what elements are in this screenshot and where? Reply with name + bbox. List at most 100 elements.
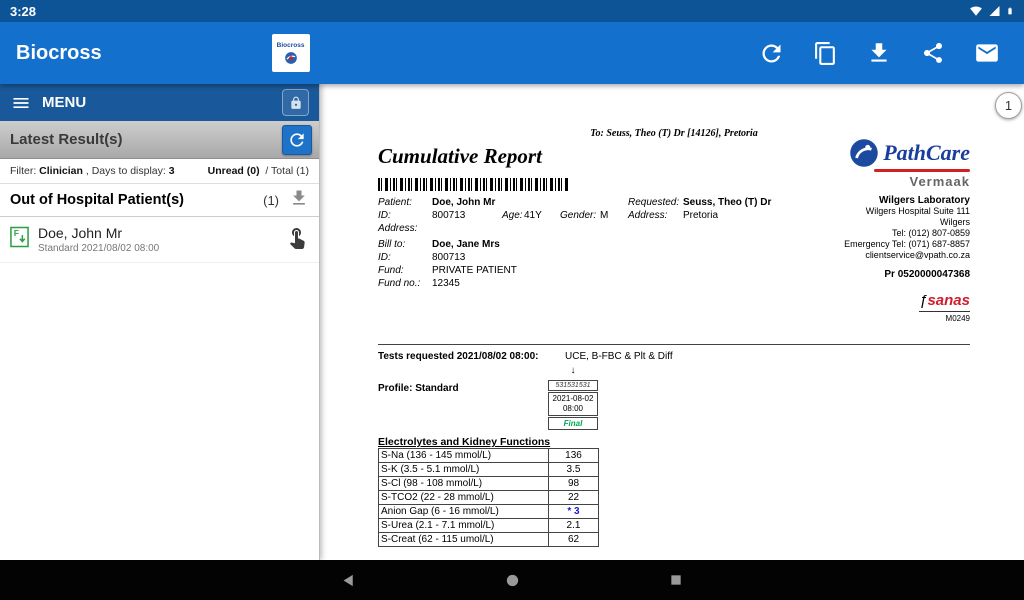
email-button[interactable] xyxy=(972,38,1002,68)
sidebar: MENU Latest Result(s) Filter: Clinician … xyxy=(0,84,320,560)
bill-id-value: 800713 xyxy=(432,252,465,263)
table-row: S-Na (136 - 145 mmol/L) 136 xyxy=(378,448,599,463)
touch-hand-icon xyxy=(285,225,309,254)
test-value-cell: 22 xyxy=(548,490,599,505)
lab-info-block: PathCare Vermaak Wilgers Laboratory Wilg… xyxy=(785,138,970,326)
results-table: S-Na (136 - 145 mmol/L) 136 S-K (3.5 - 5… xyxy=(378,448,599,547)
menu-bar: MENU xyxy=(0,84,319,121)
signal-icon xyxy=(988,5,1001,17)
filter-clinician: Clinician xyxy=(39,165,83,177)
latest-results-header: Latest Result(s) xyxy=(10,131,282,148)
sanas-code: M0249 xyxy=(919,314,970,323)
status-bar: 3:28 xyxy=(0,0,1024,22)
test-name-cell: S-Creat (62 - 115 umol/L) xyxy=(378,532,549,547)
main-area: MENU Latest Result(s) Filter: Clinician … xyxy=(0,84,1024,560)
test-value-cell: 136 xyxy=(548,448,599,463)
gender-label: Gender: xyxy=(560,210,596,221)
menu-label[interactable]: MENU xyxy=(42,94,86,111)
report-title: Cumulative Report xyxy=(378,144,542,169)
pathcare-emblem-icon xyxy=(849,138,879,168)
fund-no-value: 12345 xyxy=(432,278,460,289)
sample-status: Final xyxy=(548,417,598,430)
test-name-cell: S-Cl (98 - 108 mmol/L) xyxy=(378,476,549,491)
test-name-cell: S-Urea (2.1 - 7.1 mmol/L) xyxy=(378,518,549,533)
recents-button[interactable] xyxy=(659,563,693,597)
sanas-text: sanas xyxy=(927,292,970,309)
share-button[interactable] xyxy=(918,38,948,68)
home-button[interactable] xyxy=(495,563,529,597)
table-row: S-K (3.5 - 5.1 mmol/L) 3.5 xyxy=(378,462,599,477)
requested-value: Seuss, Theo (T) Dr xyxy=(683,197,771,208)
result-file-icon: F xyxy=(10,226,29,253)
lab-emergency-tel: Emergency Tel: (071) 687-8857 xyxy=(785,239,970,250)
report-divider xyxy=(378,344,970,345)
pathcare-swoosh xyxy=(874,169,970,172)
app-bar: Biocross Biocross xyxy=(0,22,1024,84)
section-count: (1) xyxy=(263,193,279,208)
pathcare-logo: PathCare xyxy=(785,138,970,168)
battery-icon xyxy=(1006,4,1014,18)
age-label: Age: xyxy=(502,210,523,221)
sample-column-header: 531531531 2021-08-02 08:00 Final xyxy=(548,380,598,430)
screen: 3:28 Biocross Biocross MENU xyxy=(0,0,1024,600)
lab-email: clientservice@vpath.co.za xyxy=(785,250,970,261)
down-arrow: ↓ xyxy=(548,365,598,376)
fund-value: PRIVATE PATIENT xyxy=(432,265,517,276)
lock-button[interactable] xyxy=(282,89,309,116)
patient-detail: Standard 2021/08/02 08:00 xyxy=(38,243,276,254)
filter-days: 3 xyxy=(169,165,175,177)
app-title: Biocross xyxy=(16,42,102,65)
profile-label: Profile: Standard xyxy=(378,383,459,394)
patient-name: Doe, John Mr xyxy=(38,225,276,241)
filter-summary: Filter: Clinician , Days to display: 3 xyxy=(10,165,208,177)
table-row: S-TCO2 (22 - 28 mmol/L) 22 xyxy=(378,490,599,505)
tests-requested-value: UCE, B-FBC & Plt & Diff xyxy=(565,351,673,362)
page-number-badge: 1 xyxy=(995,92,1022,119)
test-value-cell: 3.5 xyxy=(548,462,599,477)
lab-name: Wilgers Laboratory xyxy=(785,195,970,206)
copy-button[interactable] xyxy=(810,38,840,68)
section-download-icon[interactable] xyxy=(289,188,309,213)
back-button[interactable] xyxy=(331,563,365,597)
patient-info-block: Patient: Doe, John Mr Requested: Seuss, … xyxy=(378,197,838,292)
status-time: 3:28 xyxy=(10,4,36,19)
latest-results-bar: Latest Result(s) xyxy=(0,121,319,159)
unread-total-counts: Unread (0) / Total (1) xyxy=(208,165,309,177)
fund-no-label: Fund no.: xyxy=(378,278,420,289)
requested-address-label: Address: xyxy=(628,210,667,221)
refresh-results-button[interactable] xyxy=(282,125,312,155)
android-nav-bar xyxy=(0,560,1024,600)
patient-list-item[interactable]: F Doe, John Mr Standard 2021/08/02 08:00 xyxy=(0,217,319,263)
lab-tel: Tel: (012) 807-0859 xyxy=(785,228,970,239)
table-row: S-Urea (2.1 - 7.1 mmol/L) 2.1 xyxy=(378,518,599,533)
test-value-cell: 2.1 xyxy=(548,518,599,533)
lab-address2: Wilgers xyxy=(785,217,970,228)
id-label: ID: xyxy=(378,210,391,221)
document-page: To: Seuss, Theo (T) Dr [14126], Pretoria… xyxy=(378,84,970,560)
patient-id-value: 800713 xyxy=(432,210,465,221)
download-button[interactable] xyxy=(864,38,894,68)
filter-row: Filter: Clinician , Days to display: 3 U… xyxy=(0,159,319,184)
table-row: Anion Gap (6 - 16 mmol/L) * 3 xyxy=(378,504,599,519)
sample-date: 2021-08-02 xyxy=(549,394,597,404)
menu-button[interactable] xyxy=(10,92,32,114)
out-of-hospital-section[interactable]: Out of Hospital Patient(s) (1) xyxy=(0,184,319,217)
test-value-cell: 98 xyxy=(548,476,599,491)
gender-value: M xyxy=(600,210,608,221)
lab-pr-number: Pr 0520000047368 xyxy=(785,269,970,280)
wifi-icon xyxy=(969,5,983,17)
fund-label: Fund: xyxy=(378,265,404,276)
bill-to-value: Doe, Jane Mrs xyxy=(432,239,500,250)
lock-icon xyxy=(289,96,303,110)
biocross-logo-emblem-icon xyxy=(284,51,298,65)
refresh-button[interactable] xyxy=(756,38,786,68)
age-value: 41Y xyxy=(524,210,542,221)
test-name-cell: S-K (3.5 - 5.1 mmol/L) xyxy=(378,462,549,477)
unread-count: Unread (0) xyxy=(208,165,260,177)
sample-datetime: 2021-08-02 08:00 xyxy=(548,392,598,416)
patient-label: Patient: xyxy=(378,197,412,208)
test-name-cell: S-TCO2 (22 - 28 mmol/L) xyxy=(378,490,549,505)
document-viewer[interactable]: 1 To: Seuss, Theo (T) Dr [14126], Pretor… xyxy=(320,84,1024,560)
sample-time: 08:00 xyxy=(549,404,597,414)
requested-address-value: Pretoria xyxy=(683,210,718,221)
